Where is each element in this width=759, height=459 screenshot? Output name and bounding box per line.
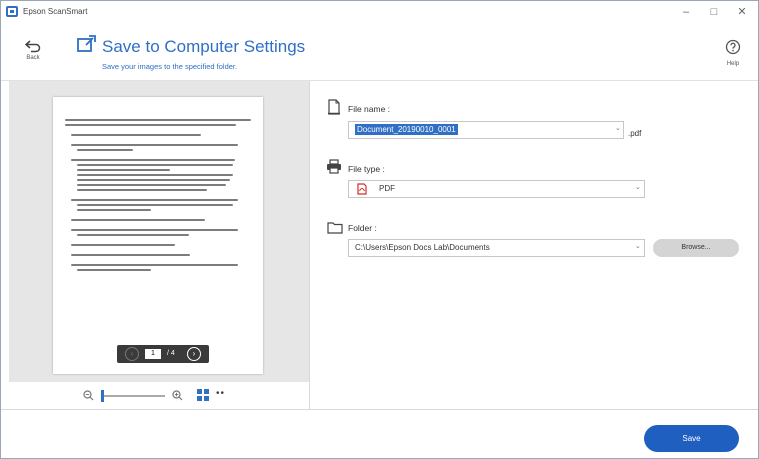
minimize-button[interactable]: –	[673, 3, 699, 21]
printer-icon	[327, 159, 341, 174]
file-name-input[interactable]: Document_20190010_0001	[348, 121, 624, 139]
maximize-button[interactable]: □	[701, 3, 727, 21]
file-name-label: File name :	[348, 104, 391, 114]
app-title: Epson ScanSmart	[23, 7, 88, 16]
zoom-slider[interactable]	[101, 390, 165, 402]
close-button[interactable]: ✕	[729, 3, 755, 21]
back-label: Back	[26, 55, 40, 61]
document-text-lines	[65, 119, 251, 274]
next-page-button[interactable]: ›	[187, 347, 201, 361]
zoom-toolbar: ••	[9, 382, 309, 409]
back-arrow-icon	[25, 40, 41, 53]
more-options-icon[interactable]: ••	[216, 388, 225, 399]
document-preview[interactable]: ‹ 1 / 4 ›	[53, 97, 263, 374]
pdf-icon	[357, 183, 367, 195]
file-name-value: Document_20190010_0001	[355, 124, 458, 135]
page-header: Back Save to Computer Settings Save your…	[1, 23, 758, 81]
page-total: / 4	[167, 350, 175, 357]
file-type-value: PDF	[379, 184, 395, 193]
save-button[interactable]: Save	[644, 425, 739, 452]
zoom-out-icon[interactable]	[83, 390, 94, 401]
zoom-slider-handle[interactable]	[101, 390, 104, 402]
file-name-history-icon[interactable]: ⌄	[615, 124, 621, 132]
folder-dropdown-icon[interactable]: ⌄	[635, 242, 641, 250]
folder-icon	[327, 222, 343, 234]
browse-button[interactable]: Browse...	[653, 239, 739, 257]
previous-page-button[interactable]: ‹	[125, 347, 139, 361]
footer-divider	[1, 409, 758, 410]
file-type-dropdown-icon[interactable]: ⌄	[635, 183, 641, 191]
file-type-select[interactable]: PDF	[348, 180, 645, 198]
zoom-in-icon[interactable]	[172, 390, 183, 401]
page-navigator: ‹ 1 / 4 ›	[117, 345, 209, 363]
back-button[interactable]: Back	[21, 39, 45, 73]
folder-select[interactable]: C:\Users\Epson Docs Lab\Documents	[348, 239, 645, 257]
file-type-label: File type :	[348, 164, 385, 174]
file-extension: .pdf	[628, 129, 642, 138]
thumbnail-view-icon[interactable]	[197, 389, 209, 401]
page-subtitle: Save your images to the specified folder…	[102, 62, 238, 71]
help-button[interactable]: Help	[721, 39, 745, 75]
folder-label: Folder :	[348, 223, 377, 233]
folder-value: C:\Users\Epson Docs Lab\Documents	[355, 243, 490, 252]
pane-divider	[309, 81, 310, 409]
app-window: Epson ScanSmart – □ ✕ Back Save to Compu…	[0, 0, 759, 459]
app-logo-icon	[6, 6, 18, 17]
title-bar: Epson ScanSmart – □ ✕	[1, 1, 758, 23]
current-page-number[interactable]: 1	[145, 349, 161, 359]
help-label: Help	[726, 61, 740, 67]
scan-preview-pane: ‹ 1 / 4 ›	[9, 81, 309, 382]
page-title: Save to Computer Settings	[102, 37, 306, 56]
document-file-icon	[328, 99, 340, 115]
save-to-computer-icon	[76, 33, 98, 60]
help-icon	[725, 39, 741, 55]
